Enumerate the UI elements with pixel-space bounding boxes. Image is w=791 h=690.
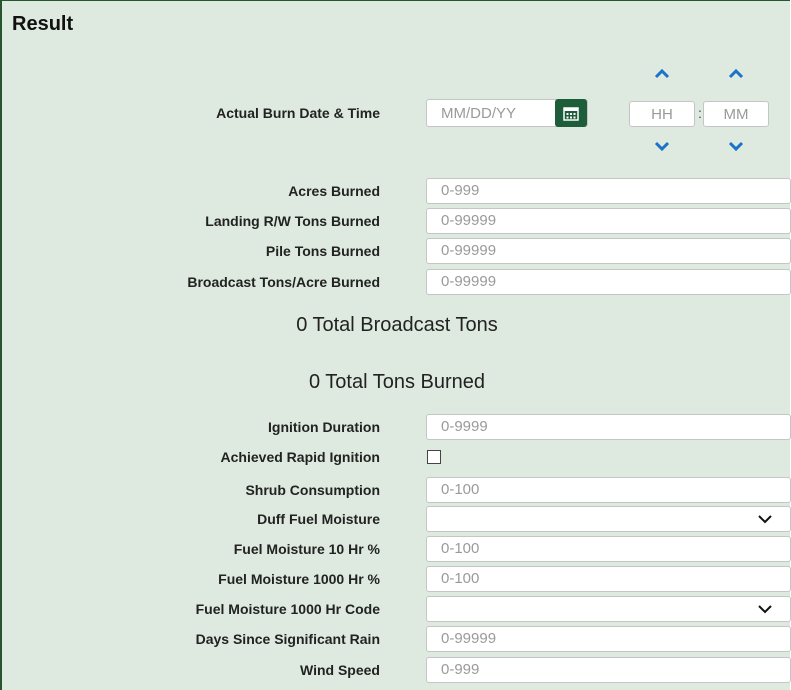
landing-tons-label: Landing R/W Tons Burned (205, 213, 380, 229)
total-tons-burned: 0 Total Tons Burned (308, 371, 486, 393)
acres-burned-input[interactable]: 0-999 (426, 178, 791, 204)
wind-speed-label: Wind Speed (300, 662, 380, 678)
result-panel: Result Actual Burn Date & Time MM/DD/YY … (0, 0, 791, 690)
chevron-down-icon (758, 515, 772, 524)
landing-tons-input[interactable]: 0-99999 (426, 208, 791, 234)
burn-datetime-label: Actual Burn Date & Time (216, 105, 380, 121)
total-broadcast-tons: 0 Total Broadcast Tons (296, 314, 498, 336)
fuel-moisture-10-input[interactable]: 0-100 (426, 536, 791, 562)
days-since-rain-label: Days Since Significant Rain (195, 631, 380, 647)
broadcast-tons-acre-input[interactable]: 0-99999 (426, 269, 791, 295)
shrub-consumption-label: Shrub Consumption (245, 482, 380, 498)
duff-fuel-moisture-select[interactable] (426, 506, 791, 532)
fuel-moisture-1000-label: Fuel Moisture 1000 Hr % (218, 571, 380, 587)
calendar-button[interactable] (555, 99, 587, 127)
fuel-moisture-10-label: Fuel Moisture 10 Hr % (233, 541, 380, 557)
rapid-ignition-checkbox[interactable] (427, 450, 441, 464)
minute-up-icon[interactable] (728, 67, 744, 79)
section-title: Result (12, 13, 74, 35)
duff-fuel-moisture-label: Duff Fuel Moisture (257, 511, 380, 527)
acres-burned-label: Acres Burned (288, 183, 380, 199)
shrub-consumption-input[interactable]: 0-100 (426, 477, 791, 503)
fuel-moisture-1000-code-label: Fuel Moisture 1000 Hr Code (195, 601, 380, 617)
time-separator: : (698, 105, 702, 121)
wind-speed-input[interactable]: 0-999 (426, 657, 791, 683)
ignition-duration-input[interactable]: 0-9999 (426, 414, 791, 440)
chevron-down-icon (758, 605, 772, 614)
pile-tons-label: Pile Tons Burned (265, 243, 380, 259)
days-since-rain-input[interactable]: 0-99999 (426, 626, 791, 652)
hour-input[interactable]: HH (629, 101, 695, 127)
fuel-moisture-1000-code-select[interactable] (426, 596, 791, 622)
hour-down-icon[interactable] (654, 141, 670, 153)
minute-input[interactable]: MM (703, 101, 769, 127)
rapid-ignition-label: Achieved Rapid Ignition (220, 449, 380, 465)
fuel-moisture-1000-input[interactable]: 0-100 (426, 566, 791, 592)
ignition-duration-label: Ignition Duration (268, 419, 380, 435)
calendar-icon (563, 107, 579, 121)
minute-down-icon[interactable] (728, 141, 744, 153)
broadcast-tons-acre-label: Broadcast Tons/Acre Burned (187, 274, 380, 290)
pile-tons-input[interactable]: 0-99999 (426, 238, 791, 264)
hour-up-icon[interactable] (654, 67, 670, 79)
